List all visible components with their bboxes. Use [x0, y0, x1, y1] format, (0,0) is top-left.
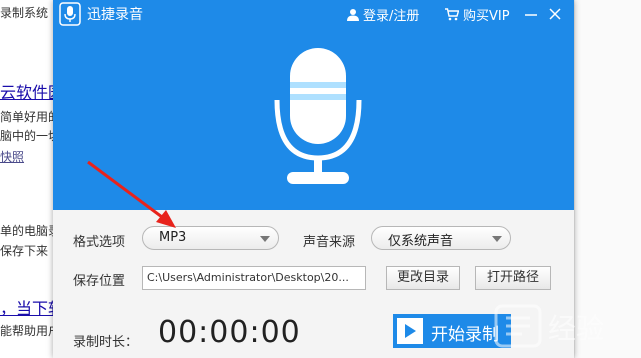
title-bar[interactable]: 迅捷录音 登录/注册 购买VIP: [53, 0, 574, 28]
app-title: 迅捷录音: [87, 7, 143, 23]
bg-text-line: 录制系统: [0, 6, 49, 20]
save-path-field[interactable]: C:\Users\Administrator\Desktop\20...: [142, 266, 366, 290]
bg-text-line: 脑中的一切: [0, 129, 54, 143]
bg-link[interactable]: 云软件园: [0, 79, 54, 103]
watermark-logo: 经验: [494, 304, 604, 348]
source-select[interactable]: 仅系统声音: [371, 226, 511, 250]
minimize-icon[interactable]: [523, 6, 539, 22]
change-directory-button[interactable]: 更改目录: [386, 266, 460, 290]
chevron-down-icon: [492, 236, 502, 242]
bg-text-line: 简单好用的: [0, 110, 54, 124]
login-register-label: 登录/注册: [363, 9, 420, 24]
duration-label: 录制时长：: [73, 335, 139, 350]
source-label: 声音来源: [303, 235, 356, 250]
bg-cache-link[interactable]: 快照: [0, 148, 24, 165]
microphone-icon: [274, 48, 362, 184]
cart-icon: [445, 8, 459, 21]
duration-timer: 00:00:00: [158, 315, 301, 350]
app-logo-icon: [59, 2, 81, 26]
format-label: 格式选项: [73, 235, 126, 250]
format-selected-value: MP3: [159, 230, 187, 245]
watermark-text: 经验: [548, 312, 604, 345]
source-selected-value: 仅系统声音: [388, 234, 454, 249]
buy-vip-label: 购买VIP: [463, 9, 510, 24]
buy-vip-link[interactable]: 购买VIP: [445, 5, 510, 24]
bg-text-line: 能帮助用户: [0, 324, 54, 338]
play-icon: [397, 318, 423, 344]
login-register-link[interactable]: 登录/注册: [347, 5, 419, 24]
chevron-down-icon: [260, 236, 270, 242]
format-select[interactable]: MP3: [142, 226, 279, 250]
open-path-button[interactable]: 打开路径: [475, 266, 551, 290]
bg-text-line: 保存下来: [0, 244, 49, 258]
save-location-label: 保存位置: [73, 274, 126, 289]
window-header: 迅捷录音 登录/注册 购买VIP: [53, 0, 574, 210]
user-icon: [347, 9, 359, 21]
bg-link[interactable]: ，当下软: [0, 295, 54, 319]
close-icon[interactable]: [547, 6, 563, 22]
bg-text-line: 单的电脑录: [0, 224, 54, 238]
